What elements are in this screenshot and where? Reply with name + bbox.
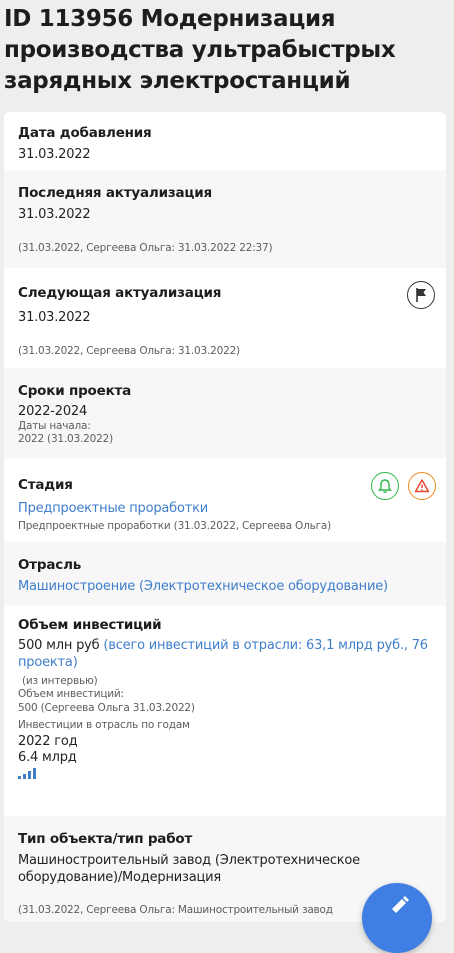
mini-chart-bar: [33, 768, 36, 779]
warning-icon[interactable]: [408, 472, 436, 500]
investment-source: (из интервью): [22, 675, 98, 687]
page-title: ID 113956 Модернизация производства ульт…: [4, 6, 396, 94]
edit-button[interactable]: [362, 883, 432, 953]
stage-link[interactable]: Предпроектные проработки: [18, 501, 208, 516]
industry-link[interactable]: Машиностроение (Электротехническое обору…: [18, 579, 388, 594]
next-update-note: (31.03.2022, Сергеева Ольга: 31.03.2022): [18, 345, 240, 357]
last-update-section: Последняя актуализация 31.03.2022 (31.03…: [4, 170, 446, 268]
industry-label: Отрасль: [18, 557, 82, 573]
stage-note: Предпроектные проработки (31.03.2022, Се…: [18, 520, 332, 532]
bell-icon[interactable]: [371, 472, 399, 500]
mini-chart-bar: [23, 774, 26, 779]
project-details-card: Дата добавления 31.03.2022 Последняя акт…: [4, 112, 446, 922]
timeline-label: Сроки проекта: [18, 383, 132, 399]
investment-label: Объем инвестиций: [18, 617, 162, 633]
timeline-value: 2022-2024: [18, 404, 88, 419]
timeline-section: Сроки проекта 2022-2024 Даты начала: 202…: [4, 368, 446, 458]
mini-chart-bar: [18, 776, 21, 779]
investment-value-line: 500 млн руб (всего инвестиций в отрасли:…: [18, 637, 438, 671]
investment-section: Объем инвестиций 500 млн руб (всего инве…: [4, 606, 446, 816]
industry-section: Отрасль Машиностроение (Электротехническ…: [4, 542, 446, 606]
by-year-label: Инвестиции в отрасль по годам: [18, 719, 190, 731]
object-type-value: Машиностроительный завод (Электротехниче…: [18, 853, 360, 885]
timeline-start-value: 2022 (31.03.2022): [18, 433, 113, 445]
next-update-note-date: 31.03.2022): [174, 345, 240, 357]
next-update-section: Следующая актуализация 31.03.2022 (31.03…: [4, 268, 446, 368]
last-update-value: 31.03.2022: [18, 207, 91, 222]
mini-chart-bar: [28, 771, 31, 779]
year-label: 2022 год: [18, 734, 78, 749]
next-update-note-author: (31.03.2022, Сергеева Ольга:: [18, 345, 175, 357]
date-added-value: 31.03.2022: [18, 147, 91, 162]
last-update-note-date: 31.03.2022 22:37): [174, 242, 273, 254]
timeline-start-label: Даты начала:: [18, 420, 91, 432]
date-added-section: Дата добавления 31.03.2022: [4, 112, 446, 170]
object-type-note: (31.03.2022, Сергеева Ольга: Машинострои…: [18, 904, 333, 916]
date-added-label: Дата добавления: [18, 125, 152, 141]
last-update-label: Последняя актуализация: [18, 185, 212, 201]
edit-icon: [392, 896, 409, 913]
investment-mini-chart: [18, 768, 36, 779]
stage-label: Стадия: [18, 477, 73, 493]
investment-value: 500 млн руб: [18, 638, 100, 653]
year-value: 6.4 млрд: [18, 750, 77, 765]
next-update-label: Следующая актуализация: [18, 285, 222, 301]
last-update-note: (31.03.2022, Сергеева Ольга: 31.03.2022 …: [18, 242, 273, 254]
last-update-note-author: (31.03.2022, Сергеева Ольга:: [18, 242, 175, 254]
next-update-value: 31.03.2022: [18, 310, 91, 325]
object-type-label: Тип объекта/тип работ: [18, 831, 193, 847]
investment-history-label: Объем инвестиций:: [18, 688, 124, 700]
flag-icon[interactable]: [407, 281, 435, 309]
stage-section: Стадия Предпроектные проработки Предпрое…: [4, 458, 446, 542]
investment-history-value: 500 (Сергеева Ольга 31.03.2022): [18, 702, 195, 714]
